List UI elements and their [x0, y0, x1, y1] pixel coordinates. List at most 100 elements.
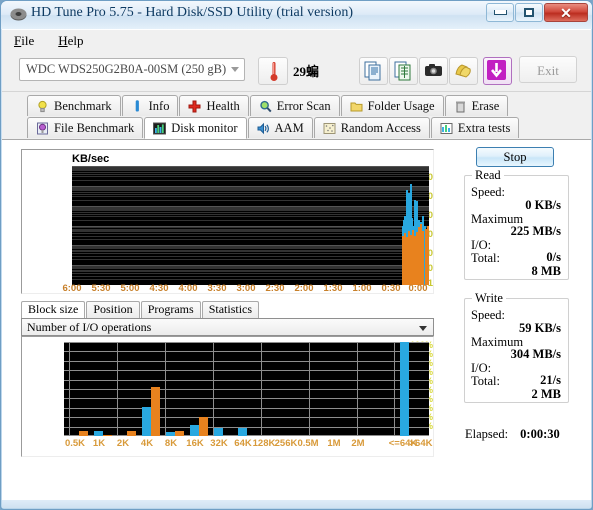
block-size-bar [199, 417, 208, 436]
title-bar: HD Tune Pro 5.75 - Hard Disk/SSD Utility… [1, 1, 592, 29]
subtab-statistics[interactable]: Statistics [201, 301, 260, 318]
grid-line [72, 206, 429, 208]
x-tick-label: 4:30 [149, 283, 169, 294]
grid-line [72, 269, 429, 271]
tab-disk-monitor[interactable]: Disk monitor [144, 117, 247, 139]
block-size-plot-area [64, 342, 429, 436]
extra-tests-icon [440, 122, 453, 135]
read-speed-label: Speed: [471, 185, 506, 199]
grid-line [72, 169, 429, 171]
grid-line [72, 190, 429, 192]
x-tick-label: 6:00 [62, 283, 82, 294]
block-size-bar [214, 427, 223, 436]
grid-line [72, 208, 429, 210]
minimize-button[interactable] [486, 3, 514, 22]
maximize-button[interactable] [515, 3, 543, 22]
grid-line [72, 205, 429, 207]
grid-line [72, 166, 429, 168]
grid-line [72, 275, 429, 277]
write-speed-value: 59 KB/s [518, 321, 561, 335]
subtab-programs[interactable]: Programs [140, 301, 201, 318]
block-size-bar [79, 431, 88, 436]
exit-button[interactable]: Exit [519, 56, 577, 83]
menu-item-file[interactable]: File [10, 32, 38, 50]
read-total-label: Total: [471, 251, 500, 265]
block-size-bar [400, 342, 409, 436]
x-tick-label: 3:30 [207, 283, 227, 294]
write-io-value: 21/s [540, 373, 561, 387]
write-speed-label: Speed: [471, 308, 506, 322]
tab-extra-tests[interactable]: Extra tests [430, 117, 520, 138]
export-excel-button[interactable] [389, 57, 418, 85]
drive-select-value: WDC WDS250G2B0A-00SM (250 gB) [26, 62, 227, 76]
grid-line [72, 227, 429, 229]
grid-line [357, 342, 358, 436]
block-size-bar [142, 406, 151, 436]
throughput-sample [422, 231, 425, 285]
tab-error-scan[interactable]: Error Scan [249, 95, 340, 116]
x-tick-label: 2M [351, 438, 365, 449]
tab-label: Disk monitor [171, 120, 238, 135]
tab-folder-usage[interactable]: Folder Usage [340, 95, 444, 116]
maximize-icon [524, 8, 534, 17]
block-size-bar [94, 431, 103, 436]
drive-select[interactable]: WDC WDS250G2B0A-00SM (250 gB) [19, 58, 245, 81]
app-window: HD Tune Pro 5.75 - Hard Disk/SSD Utility… [0, 0, 593, 510]
tab-aam[interactable]: AAM [247, 117, 313, 138]
block-size-bar [166, 432, 175, 436]
grid-line [72, 193, 429, 195]
purple-down-arrow-icon [487, 60, 506, 80]
x-tick-label: 0:00 [408, 283, 428, 294]
menu-item-help[interactable]: Help [54, 32, 87, 50]
block-size-bar [103, 435, 112, 436]
tab-file-benchmark[interactable]: File Benchmark [27, 117, 144, 138]
throughput-graph: KB/sec 1000000 100000 10000 1000 100 10 … [21, 149, 434, 294]
tab-label: Benchmark [54, 98, 112, 113]
window-title: HD Tune Pro 5.75 - Hard Disk/SSD Utility… [31, 5, 353, 20]
tab-row-primary: Benchmark Info Health Error Scan Folder … [2, 95, 591, 117]
grid-line [72, 210, 429, 212]
tab-benchmark[interactable]: Benchmark [27, 95, 121, 116]
metric-select[interactable]: Number of I/O operations [21, 318, 434, 336]
x-tick-label: 5:00 [120, 283, 140, 294]
screenshot-button[interactable] [419, 57, 448, 85]
grid-line [72, 166, 429, 167]
tab-label: Error Scan [276, 98, 331, 113]
write-maximum-value: 304 MB/s [510, 347, 561, 361]
speaker-icon [257, 122, 270, 135]
grid-line [117, 342, 118, 436]
subtab-position[interactable]: Position [86, 301, 140, 318]
grid-line [72, 265, 429, 267]
menu-file-label: ile [21, 32, 35, 48]
subtab-block-size[interactable]: Block size [21, 301, 86, 319]
spreadsheet-export-icon [394, 61, 411, 81]
tab-erase[interactable]: Erase [444, 95, 509, 116]
x-tick-label: 4:00 [178, 283, 198, 294]
tab-info[interactable]: Info [121, 95, 179, 116]
grid-line [64, 389, 429, 390]
download-button[interactable] [483, 57, 512, 85]
stop-button[interactable]: Stop [476, 147, 554, 167]
throughput-sample [427, 226, 429, 285]
close-button[interactable]: ✕ [544, 3, 588, 22]
file-bench-icon [36, 122, 49, 135]
temperature-indicator [258, 57, 288, 85]
thermometer-icon [270, 61, 278, 81]
throughput-graph-title: KB/sec [72, 153, 110, 165]
elapsed-value: 0:00:30 [520, 427, 560, 441]
x-tick-label: 1:00 [352, 283, 372, 294]
trash-icon [454, 100, 467, 113]
copy-report-button[interactable] [359, 57, 388, 85]
write-stats-group: Write Speed: 59 KB/s Maximum 304 MB/s I/… [464, 291, 569, 403]
read-stats-legend: Read [472, 168, 504, 183]
tab-label: AAM [274, 120, 304, 135]
x-tick-label: 1:30 [323, 283, 343, 294]
toolbar: WDC WDS250G2B0A-00SM (250 gB) 29蝙 Exit [2, 51, 591, 92]
grid-line [72, 173, 429, 175]
tab-random-access[interactable]: Random Access [313, 117, 430, 138]
settings-button[interactable] [449, 57, 478, 85]
tab-health[interactable]: Health [179, 95, 249, 116]
x-tick-label: 3:00 [236, 283, 256, 294]
grid-line [72, 279, 429, 281]
tab-label: Random Access [340, 120, 421, 135]
